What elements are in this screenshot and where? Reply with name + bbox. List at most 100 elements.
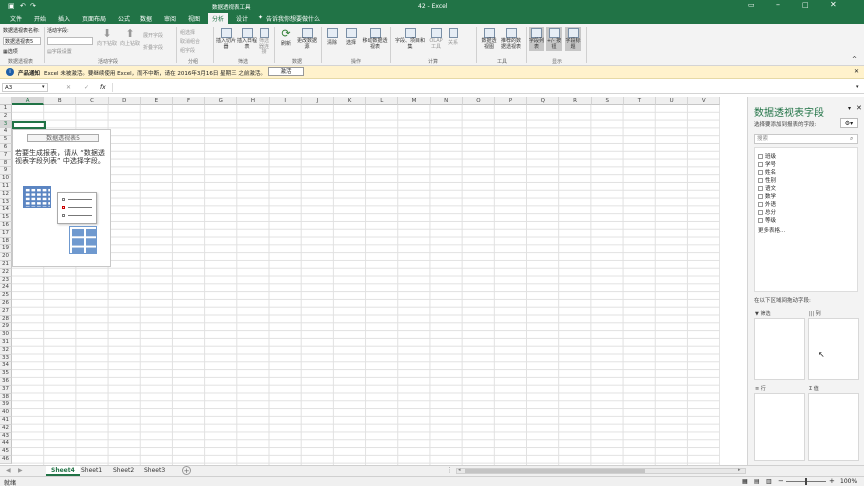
tab-design[interactable]: 设计	[236, 14, 248, 23]
enter-icon[interactable]: ✓	[84, 84, 89, 91]
column-header-i[interactable]: I	[269, 97, 302, 105]
field-checkbox[interactable]	[758, 162, 763, 167]
maximize-icon[interactable]: □	[802, 1, 809, 9]
tab-view[interactable]: 视图	[188, 14, 200, 23]
undo-icon[interactable]: ↶	[20, 2, 26, 10]
field-item[interactable]: 性别	[758, 177, 857, 185]
column-header-u[interactable]: U	[656, 97, 689, 105]
tab-page-layout[interactable]: 页面布局	[82, 14, 106, 23]
row-header-18[interactable]: 18	[0, 237, 12, 246]
insert-function-icon[interactable]: fx	[100, 84, 106, 91]
column-header-b[interactable]: B	[44, 97, 77, 105]
row-header-46[interactable]: 46	[0, 456, 12, 464]
clear-button[interactable]: 清除	[324, 28, 340, 46]
row-header-23[interactable]: 23	[0, 276, 12, 285]
row-header-43[interactable]: 43	[0, 432, 12, 441]
move-pivot-button[interactable]: 移动数据透视表	[362, 28, 388, 50]
column-header-v[interactable]: V	[688, 97, 720, 105]
normal-view-icon[interactable]: ▦	[742, 478, 748, 485]
pivot-name-input[interactable]: 数据透视表5	[3, 37, 41, 45]
tab-review[interactable]: 审阅	[164, 14, 176, 23]
column-header-g[interactable]: G	[205, 97, 238, 105]
field-checkbox[interactable]	[758, 170, 763, 175]
column-header-c[interactable]: C	[76, 97, 109, 105]
row-header-6[interactable]: 6	[0, 144, 12, 152]
column-header-j[interactable]: J	[301, 97, 334, 105]
zoom-slider[interactable]	[786, 478, 826, 485]
column-header-f[interactable]: F	[173, 97, 206, 105]
filter-connections-button[interactable]: 筛选器连接	[257, 28, 271, 56]
column-header-s[interactable]: S	[591, 97, 624, 105]
row-header-17[interactable]: 17	[0, 229, 12, 238]
row-header-2[interactable]: 2	[0, 112, 12, 121]
more-tables-link[interactable]: 更多表格...	[758, 226, 785, 234]
page-break-view-icon[interactable]: ▥	[766, 478, 772, 485]
row-header-10[interactable]: 10	[0, 175, 12, 183]
row-header-15[interactable]: 15	[0, 214, 12, 222]
plus-minus-button[interactable]: +/- 按钮	[546, 27, 562, 51]
field-checkbox[interactable]	[758, 202, 763, 207]
row-header-36[interactable]: 36	[0, 378, 12, 386]
search-icon[interactable]: ⌕	[850, 135, 853, 143]
pane-close-icon[interactable]: ✕	[856, 104, 862, 112]
tab-insert[interactable]: 插入	[58, 14, 70, 23]
values-area[interactable]: Σ 值	[808, 386, 859, 461]
save-icon[interactable]: ▣	[8, 2, 15, 10]
field-item[interactable]: 姓名	[758, 169, 857, 177]
field-checkbox[interactable]	[758, 178, 763, 183]
row-header-24[interactable]: 24	[0, 284, 12, 293]
row-header-22[interactable]: 22	[0, 268, 12, 277]
field-item[interactable]: 数学	[758, 193, 857, 201]
filters-area[interactable]: ▼ 筛选	[754, 311, 805, 380]
expand-field-button[interactable]: 展开字段	[143, 32, 163, 39]
row-header-40[interactable]: 40	[0, 409, 12, 417]
insert-slicer-button[interactable]: 插入切片器	[216, 28, 236, 50]
active-field-input[interactable]	[47, 37, 93, 45]
row-header-8[interactable]: 8	[0, 159, 12, 168]
row-header-31[interactable]: 31	[0, 339, 12, 347]
field-checkbox[interactable]	[758, 194, 763, 199]
field-item[interactable]: 等级	[758, 217, 857, 225]
zoom-level[interactable]: 100%	[840, 478, 857, 485]
row-header-1[interactable]: 1	[0, 105, 12, 113]
drill-up-button[interactable]: ⬆ 向上钻取	[119, 28, 141, 48]
row-header-34[interactable]: 34	[0, 362, 12, 371]
field-settings-button[interactable]: ▤字段设置	[47, 48, 72, 55]
horizontal-scroll-thumb[interactable]	[465, 469, 645, 473]
fields-items-button[interactable]: 字段、项目和集	[393, 28, 427, 50]
row-header-11[interactable]: 11	[0, 183, 12, 191]
expand-formula-icon[interactable]: ▾	[856, 84, 859, 90]
row-header-5[interactable]: 5	[0, 136, 12, 144]
cancel-icon[interactable]: ✕	[66, 84, 71, 91]
pivot-placeholder[interactable]: 数据透视表5 若要生成报表，请从 “数据透视表字段列表” 中选择字段。	[12, 129, 111, 267]
close-icon[interactable]: ✕	[830, 0, 837, 9]
row-header-35[interactable]: 35	[0, 370, 12, 378]
ribbon-display-icon[interactable]: ▭	[748, 1, 755, 9]
row-header-3[interactable]: 3	[0, 120, 12, 129]
row-header-12[interactable]: 12	[0, 190, 12, 199]
field-item[interactable]: 班级	[758, 153, 857, 161]
row-header-30[interactable]: 30	[0, 331, 12, 339]
formula-input[interactable]	[112, 83, 742, 92]
row-header-21[interactable]: 21	[0, 261, 12, 269]
column-header-m[interactable]: M	[398, 97, 431, 105]
row-header-27[interactable]: 27	[0, 307, 12, 316]
row-header-7[interactable]: 7	[0, 151, 12, 160]
sheet-options-icon[interactable]: ⋮	[446, 466, 453, 474]
row-header-28[interactable]: 28	[0, 315, 12, 324]
row-header-32[interactable]: 32	[0, 346, 12, 355]
row-header-4[interactable]: 4	[0, 128, 12, 137]
row-header-37[interactable]: 37	[0, 385, 12, 394]
row-header-39[interactable]: 39	[0, 401, 12, 410]
column-header-d[interactable]: D	[108, 97, 141, 105]
pivot-chart-button[interactable]: 数据透视图	[480, 28, 498, 50]
change-source-button[interactable]: 更改数据源	[296, 28, 318, 50]
recommended-pivots-button[interactable]: 推荐的数据透视表	[499, 28, 523, 50]
row-header-9[interactable]: 9	[0, 167, 12, 176]
column-header-r[interactable]: R	[559, 97, 592, 105]
ungroup-button[interactable]: 取消组合	[180, 38, 200, 45]
row-header-26[interactable]: 26	[0, 300, 12, 308]
sheet-tab-sheet4[interactable]: Sheet4	[46, 466, 80, 476]
field-headers-button[interactable]: 字段标题	[565, 27, 581, 51]
row-header-19[interactable]: 19	[0, 245, 12, 254]
